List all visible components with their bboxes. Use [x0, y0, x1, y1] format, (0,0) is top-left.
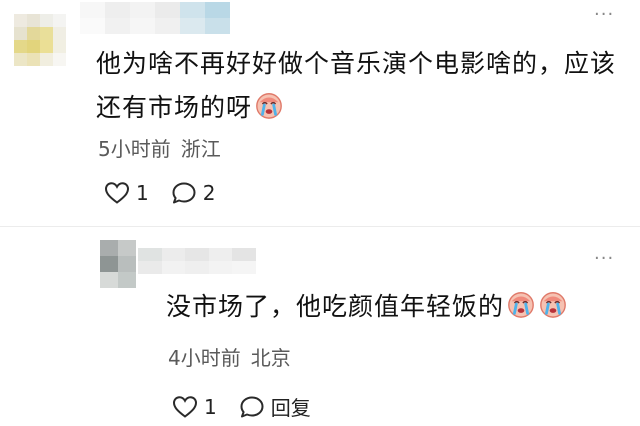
- reply-more-options-icon[interactable]: ···: [594, 250, 614, 268]
- comment-time: 5小时前: [98, 137, 171, 161]
- reply-time: 4小时前: [168, 346, 241, 370]
- comment-bubble-icon: [240, 396, 264, 417]
- like-count: 1: [136, 181, 149, 205]
- reply-meta: 4小时前 北京: [168, 348, 291, 368]
- crying-face-icon: [540, 292, 566, 318]
- like-button[interactable]: 1: [104, 181, 149, 205]
- reply-avatar-mosaic[interactable]: [100, 240, 136, 288]
- comment-meta: 5小时前 浙江: [98, 139, 221, 159]
- reply-location: 北京: [250, 346, 291, 370]
- reply-reply-button[interactable]: 回复: [239, 392, 311, 421]
- avatar-mosaic[interactable]: [14, 14, 66, 66]
- reply-like-button[interactable]: 1: [172, 395, 217, 419]
- comment-text: 他为啥不再好好做个音乐演个电影啥的，应该还有市场的呀: [96, 49, 617, 122]
- reply-button[interactable]: 2: [171, 181, 216, 205]
- crying-face-icon: [508, 292, 534, 318]
- comment-bubble-icon: [172, 182, 196, 204]
- reply-like-count: 1: [204, 394, 217, 419]
- divider: [0, 226, 640, 227]
- reply-count: 2: [202, 181, 216, 205]
- comment-body: 他为啥不再好好做个音乐演个电影啥的，应该还有市场的呀: [96, 42, 616, 130]
- comment-location: 浙江: [180, 137, 221, 161]
- crying-face-icon: [256, 93, 282, 119]
- heart-icon: [104, 182, 130, 204]
- reply-actions: 1 回复: [172, 392, 311, 421]
- comment-thread: ··· 他为啥不再好好做个音乐演个电影啥的，应该还有市场的呀 5小时前浙江 1: [0, 0, 640, 426]
- more-options-icon[interactable]: ···: [594, 6, 614, 24]
- heart-icon: [172, 395, 198, 418]
- reply-text: 没市场了，他吃颜值年轻饭的: [166, 292, 505, 321]
- reply-body: 没市场了，他吃颜值年轻饭的: [166, 285, 626, 329]
- comment-actions: 1 2: [104, 181, 215, 205]
- username-mosaic[interactable]: [80, 2, 230, 34]
- reply-label: 回复: [270, 396, 311, 420]
- reply-username-mosaic[interactable]: [138, 248, 256, 274]
